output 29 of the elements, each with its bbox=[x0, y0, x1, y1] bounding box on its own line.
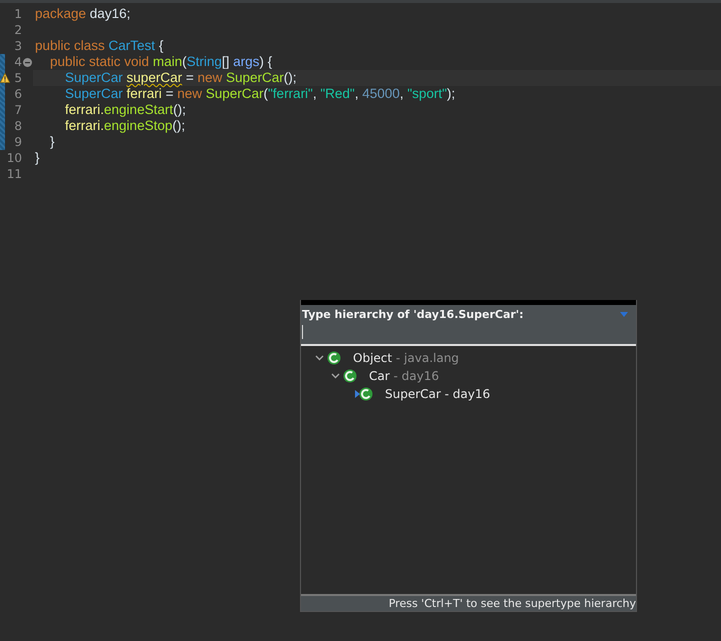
line-number: 10 bbox=[6, 151, 22, 165]
tree-item[interactable]: Car - day16 bbox=[369, 369, 439, 383]
expanded-chevron-icon[interactable] bbox=[314, 355, 324, 361]
line-number: 3 bbox=[13, 39, 22, 53]
code-line: public class CarTest { bbox=[34, 38, 164, 54]
code-line: SuperCar ferrari = new SuperCar("ferrari", "Red", 45000, "sport"); bbox=[64, 86, 456, 102]
line-number: 1 bbox=[13, 7, 22, 21]
line-number: 6 bbox=[13, 87, 22, 101]
code-line: package day16; bbox=[34, 6, 132, 22]
popup-title: Type hierarchy of 'day16.SuperCar': bbox=[302, 308, 524, 321]
line-number: 7 bbox=[13, 103, 22, 117]
code-line: } bbox=[34, 150, 41, 166]
line-number: 11 bbox=[6, 167, 22, 181]
class-icon bbox=[327, 351, 341, 365]
line-number: 5 bbox=[13, 71, 22, 85]
code-line: public static void main(String[] args) { bbox=[49, 54, 274, 70]
code-line: ferrari.engineStart(); bbox=[64, 102, 187, 118]
status-hint: Press 'Ctrl+T' to see the supertype hierarchy bbox=[388, 597, 636, 610]
fold-icon[interactable] bbox=[23, 58, 32, 66]
line-number: 9 bbox=[13, 135, 22, 149]
class-icon bbox=[343, 369, 357, 383]
tree-item[interactable]: SuperCar - day16 bbox=[385, 387, 490, 401]
code-line: } bbox=[49, 134, 56, 150]
tree-item[interactable]: Object - java.lang bbox=[353, 351, 459, 365]
line-number: 4 bbox=[13, 55, 22, 69]
expanded-chevron-icon[interactable] bbox=[330, 373, 340, 379]
line-number: 2 bbox=[13, 23, 22, 37]
code-line: ferrari.engineStop(); bbox=[64, 118, 186, 134]
line-number: 8 bbox=[13, 119, 22, 133]
